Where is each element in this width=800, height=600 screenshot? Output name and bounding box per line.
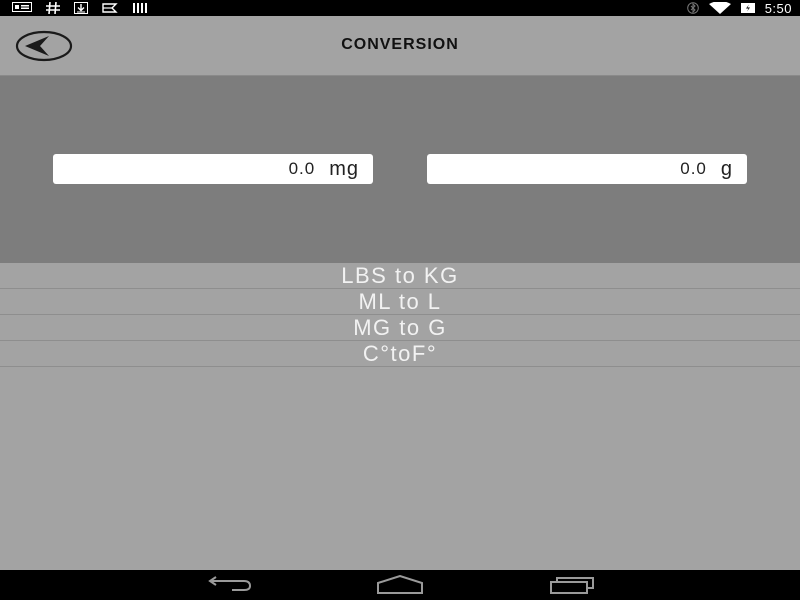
- nav-home-button[interactable]: [375, 574, 425, 595]
- option-ml-to-l[interactable]: ML to L: [0, 289, 800, 315]
- conversion-options-list: LBS to KG ML to L MG to G C°toF°: [0, 263, 800, 367]
- back-nav-icon: [208, 576, 252, 591]
- output-unit: g: [720, 157, 733, 180]
- home-nav-icon: [377, 574, 423, 594]
- navigation-bar: [0, 570, 800, 600]
- status-bar: 5:50: [0, 0, 800, 16]
- conversion-screen: 5:50 CONVERSION 0.0 mg 0.0 g LBS to KG M…: [0, 0, 800, 600]
- option-lbs-to-kg[interactable]: LBS to KG: [0, 263, 800, 289]
- recents-nav-icon: [550, 577, 594, 594]
- input-unit: mg: [329, 157, 359, 180]
- output-value: 0.0: [680, 159, 707, 178]
- status-bar-right: 5:50: [686, 0, 792, 16]
- hash-icon: [46, 1, 60, 15]
- status-bar-left: [12, 0, 148, 16]
- nav-back-button[interactable]: [204, 575, 254, 595]
- action-bar: CONVERSION: [0, 16, 800, 76]
- input-value: 0.0: [288, 159, 316, 178]
- option-c-to-f[interactable]: C°toF°: [0, 341, 800, 367]
- clock: 5:50: [764, 0, 792, 16]
- output-value-field[interactable]: 0.0 g: [427, 154, 747, 184]
- nav-recents-button[interactable]: [548, 575, 598, 595]
- download-icon: [74, 2, 88, 14]
- battery-icon: [740, 2, 755, 14]
- converter-panel: 0.0 mg 0.0 g: [0, 76, 800, 263]
- notification-icon: [12, 2, 32, 14]
- wifi-icon: [708, 1, 731, 14]
- option-mg-to-g[interactable]: MG to G: [0, 315, 800, 341]
- page-title: CONVERSION: [341, 36, 459, 53]
- input-value-field[interactable]: 0.0 mg: [53, 154, 373, 184]
- bluetooth-icon: [686, 2, 699, 14]
- flag-icon: [102, 2, 118, 14]
- barcode-icon: [132, 2, 148, 14]
